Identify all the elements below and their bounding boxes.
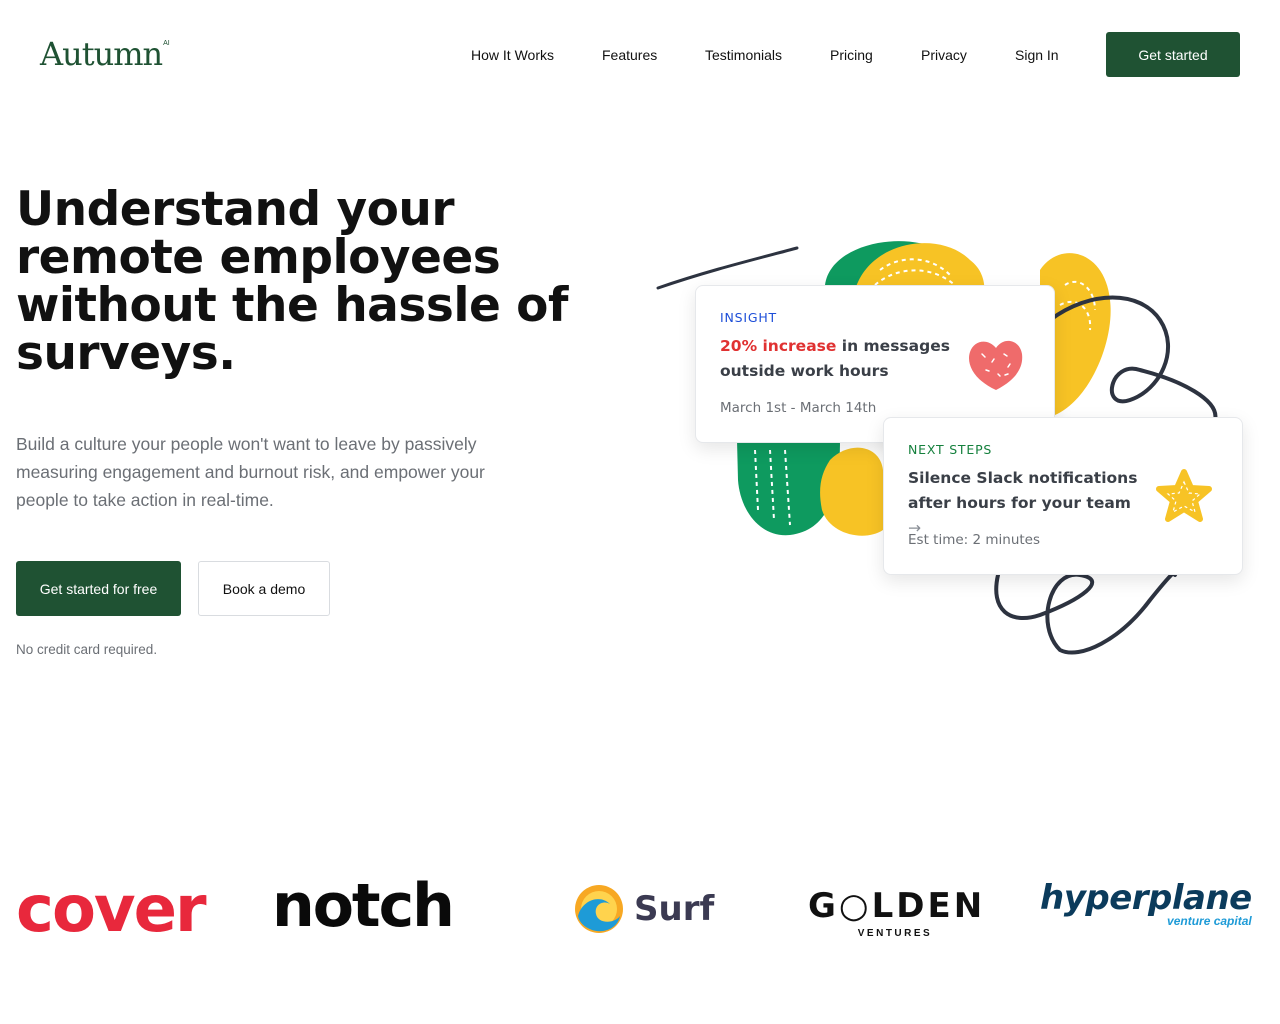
surf-logo: Surf: [574, 884, 714, 934]
next-steps-estimate: Est time: 2 minutes: [908, 532, 1041, 548]
golden-wordmark: G○LDEN: [808, 886, 986, 926]
notch-logo: notch: [272, 871, 455, 941]
autumn-logo[interactable]: Autumn AI: [40, 36, 170, 72]
next-steps-card[interactable]: NEXT STEPS Silence Slack notifications a…: [883, 417, 1243, 575]
hyperplane-logo: hyperplane venture capital: [1040, 878, 1252, 928]
get-started-free-button[interactable]: Get started for free: [16, 561, 181, 616]
nav-how-it-works[interactable]: How It Works: [471, 46, 554, 64]
hero-title: Understand your remote employees without…: [16, 182, 568, 381]
logo-wordmark: Autumn: [40, 35, 163, 73]
insight-highlight: 20% increase: [720, 337, 837, 355]
next-steps-text: Silence Slack notifications after hours …: [908, 469, 1138, 512]
nav-features[interactable]: Features: [602, 46, 657, 64]
cover-logo: cover: [16, 873, 207, 947]
heart-icon: [969, 340, 1023, 390]
insight-body: 20% increase in messages outside work ho…: [720, 334, 950, 384]
surf-wordmark: Surf: [634, 889, 715, 929]
next-steps-label: NEXT STEPS: [908, 442, 993, 457]
nav-sign-in[interactable]: Sign In: [1015, 46, 1059, 64]
hero-subtitle: Build a culture your people won't want t…: [16, 434, 485, 510]
get-started-button[interactable]: Get started: [1106, 32, 1240, 77]
star-icon: [1156, 469, 1212, 522]
logo-ai-superscript: AI: [163, 40, 170, 47]
nav-privacy[interactable]: Privacy: [921, 46, 967, 64]
insight-label: INSIGHT: [720, 310, 777, 325]
customer-logos: cover notch Surf G○LDEN VENTURES hyperpl…: [0, 870, 1280, 950]
golden-ventures-logo: G○LDEN VENTURES: [808, 888, 982, 939]
surf-wave-icon: [575, 885, 623, 933]
nav-testimonials[interactable]: Testimonials: [705, 46, 782, 64]
insight-date-range: March 1st - March 14th: [720, 400, 877, 416]
next-steps-body: Silence Slack notifications after hours …: [908, 466, 1138, 541]
nav-pricing[interactable]: Pricing: [830, 46, 873, 64]
hyperplane-wordmark: hyperplane: [1040, 878, 1252, 918]
book-demo-button[interactable]: Book a demo: [198, 561, 330, 616]
golden-ventures-subtext: VENTURES: [857, 928, 933, 939]
no-credit-card-note: No credit card required.: [16, 642, 158, 657]
